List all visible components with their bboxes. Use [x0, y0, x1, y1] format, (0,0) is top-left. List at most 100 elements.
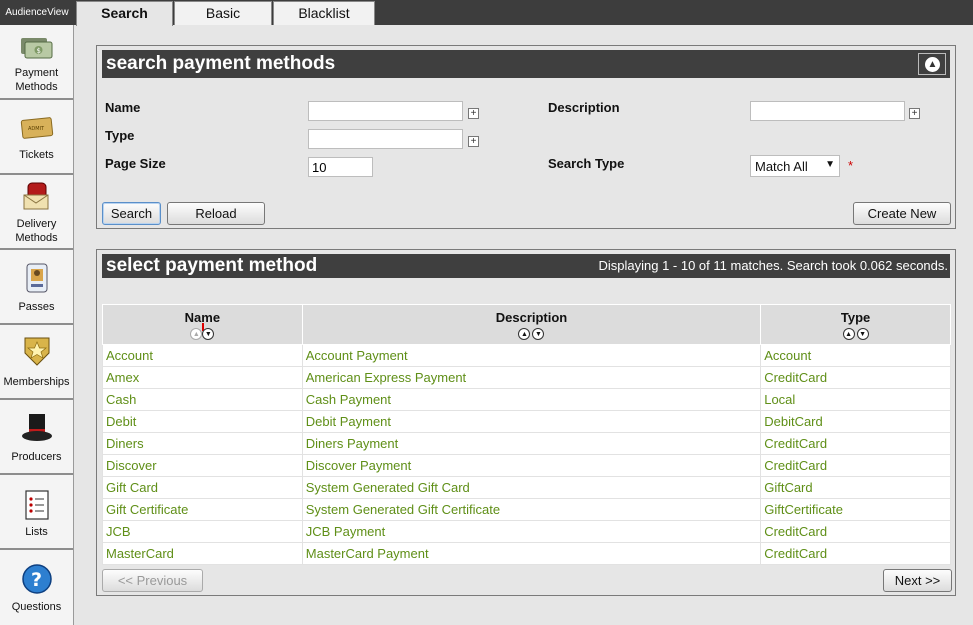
- search-button[interactable]: Search: [102, 202, 161, 225]
- next-page-button[interactable]: Next >>: [883, 569, 952, 592]
- page-size-input[interactable]: [308, 157, 373, 177]
- mailbox-icon: [20, 181, 54, 214]
- description-plus-icon[interactable]: +: [909, 108, 920, 119]
- top-hat-icon: [20, 412, 54, 447]
- brand-label: AudienceView: [5, 7, 69, 18]
- collapse-button[interactable]: ▲: [918, 53, 946, 75]
- sidebar-item-label: Lists: [25, 526, 48, 538]
- cell-description[interactable]: JCB Payment: [301, 520, 762, 543]
- column-header-name: Name ▲ ▼: [102, 304, 303, 345]
- results-table: Name ▲ ▼ Description ▲ ▼ Type ▲ ▼ Account Ac…: [102, 304, 951, 565]
- chevron-down-icon: ▼: [825, 159, 835, 170]
- sidebar-item-label: Questions: [11, 601, 62, 613]
- cell-type[interactable]: CreditCard: [760, 432, 951, 455]
- pass-card-icon: [25, 262, 49, 297]
- cell-name[interactable]: JCB: [102, 520, 303, 543]
- cell-name[interactable]: Discover: [102, 454, 303, 477]
- cell-name[interactable]: Diners: [102, 432, 303, 455]
- sidebar-item-payment-methods[interactable]: $ Payment Methods: [0, 25, 73, 100]
- tab-search[interactable]: Search: [76, 1, 173, 26]
- table-row[interactable]: JCB JCB Payment CreditCard: [102, 520, 951, 543]
- type-input[interactable]: [308, 129, 463, 149]
- cell-name[interactable]: MasterCard: [102, 542, 303, 565]
- description-input[interactable]: [750, 101, 905, 121]
- search-type-select[interactable]: Match All ▼: [750, 155, 840, 177]
- cell-type[interactable]: Local: [760, 388, 951, 411]
- table-row[interactable]: Gift Certificate System Generated Gift Ce…: [102, 498, 951, 521]
- cell-type[interactable]: CreditCard: [760, 454, 951, 477]
- table-row[interactable]: Diners Diners Payment CreditCard: [102, 432, 951, 455]
- cell-type[interactable]: Account: [760, 344, 951, 367]
- table-header-row: Name ▲ ▼ Description ▲ ▼ Type ▲ ▼: [102, 304, 951, 345]
- sidebar-item-lists[interactable]: Lists: [0, 475, 73, 550]
- cell-description[interactable]: Cash Payment: [301, 388, 762, 411]
- table-row[interactable]: Debit Debit Payment DebitCard: [102, 410, 951, 433]
- cell-name[interactable]: Amex: [102, 366, 303, 389]
- cell-type[interactable]: DebitCard: [760, 410, 951, 433]
- cell-name[interactable]: Debit: [102, 410, 303, 433]
- table-row[interactable]: MasterCard MasterCard Payment CreditCard: [102, 542, 951, 565]
- name-plus-icon[interactable]: +: [468, 108, 479, 119]
- cell-description[interactable]: American Express Payment: [301, 366, 762, 389]
- type-plus-icon[interactable]: +: [468, 136, 479, 147]
- sidebar-item-label: Delivery Methods: [15, 218, 58, 244]
- cell-description[interactable]: Account Payment: [301, 344, 762, 367]
- cell-description[interactable]: Debit Payment: [301, 410, 762, 433]
- sidebar-item-delivery-methods[interactable]: Delivery Methods: [0, 175, 73, 250]
- sort-ascending-icon[interactable]: ▲: [518, 328, 531, 340]
- description-label: Description: [548, 100, 620, 115]
- cell-name[interactable]: Gift Certificate: [102, 498, 303, 521]
- sort-ascending-icon[interactable]: ▲: [190, 328, 203, 340]
- search-panel-header: search payment methods ▲: [102, 50, 950, 78]
- sort-ascending-icon[interactable]: ▲: [842, 328, 855, 340]
- svg-text:ADMIT: ADMIT: [28, 126, 45, 132]
- results-panel: select payment method Displaying 1 - 10 …: [96, 249, 956, 596]
- cell-type[interactable]: CreditCard: [760, 542, 951, 565]
- sidebar-item-label: Tickets: [19, 149, 54, 161]
- ticket-icon: ADMIT: [20, 116, 54, 145]
- cell-description[interactable]: Discover Payment: [301, 454, 762, 477]
- sort-descending-icon[interactable]: ▼: [532, 328, 545, 340]
- search-type-label: Search Type: [548, 156, 625, 171]
- results-panel-title: select payment method: [106, 255, 318, 276]
- cell-type[interactable]: CreditCard: [760, 366, 951, 389]
- cell-type[interactable]: GiftCertificate: [760, 498, 951, 521]
- search-panel: search payment methods ▲ Name + Type + P…: [96, 45, 956, 229]
- cell-name[interactable]: Cash: [102, 388, 303, 411]
- column-header-label: Description: [495, 310, 568, 325]
- sidebar-item-passes[interactable]: Passes: [0, 250, 73, 325]
- cell-description[interactable]: System Generated Gift Certificate: [301, 498, 762, 521]
- cell-type[interactable]: CreditCard: [760, 520, 951, 543]
- cell-description[interactable]: System Generated Gift Card: [301, 476, 762, 499]
- sidebar-item-label: Passes: [18, 301, 55, 313]
- sidebar-item-producers[interactable]: Producers: [0, 400, 73, 475]
- sort-descending-icon[interactable]: ▼: [856, 328, 869, 340]
- column-header-type: Type ▲ ▼: [760, 304, 951, 345]
- sidebar-item-label: Memberships: [3, 376, 70, 388]
- table-row[interactable]: Amex American Express Payment CreditCard: [102, 366, 951, 389]
- table-row[interactable]: Discover Discover Payment CreditCard: [102, 454, 951, 477]
- match-info: Displaying 1 - 10 of 11 matches. Search …: [598, 258, 948, 273]
- page-size-label: Page Size: [105, 156, 166, 171]
- previous-page-button[interactable]: << Previous: [102, 569, 203, 592]
- tab-blacklist[interactable]: Blacklist: [273, 1, 375, 25]
- reload-button[interactable]: Reload: [167, 202, 265, 225]
- sidebar-item-memberships[interactable]: Memberships: [0, 325, 73, 400]
- sidebar-item-questions[interactable]: ? Questions: [0, 550, 73, 625]
- sidebar-item-tickets[interactable]: ADMIT Tickets: [0, 100, 73, 175]
- table-row[interactable]: Cash Cash Payment Local: [102, 388, 951, 411]
- svg-text:$: $: [36, 47, 40, 55]
- table-row[interactable]: Account Account Payment Account: [102, 344, 951, 367]
- column-header-label: Type: [840, 310, 871, 325]
- cell-name[interactable]: Gift Card: [102, 476, 303, 499]
- cell-name[interactable]: Account: [102, 344, 303, 367]
- cell-description[interactable]: MasterCard Payment: [301, 542, 762, 565]
- table-row[interactable]: Gift Card System Generated Gift Card GiftC…: [102, 476, 951, 499]
- star-badge-icon: [22, 335, 52, 370]
- cell-type[interactable]: GiftCard: [760, 476, 951, 499]
- sort-descending-icon[interactable]: ▼: [202, 328, 215, 340]
- name-input[interactable]: [308, 101, 463, 121]
- cell-description[interactable]: Diners Payment: [301, 432, 762, 455]
- create-new-button[interactable]: Create New: [853, 202, 951, 225]
- tab-basic[interactable]: Basic: [174, 1, 272, 25]
